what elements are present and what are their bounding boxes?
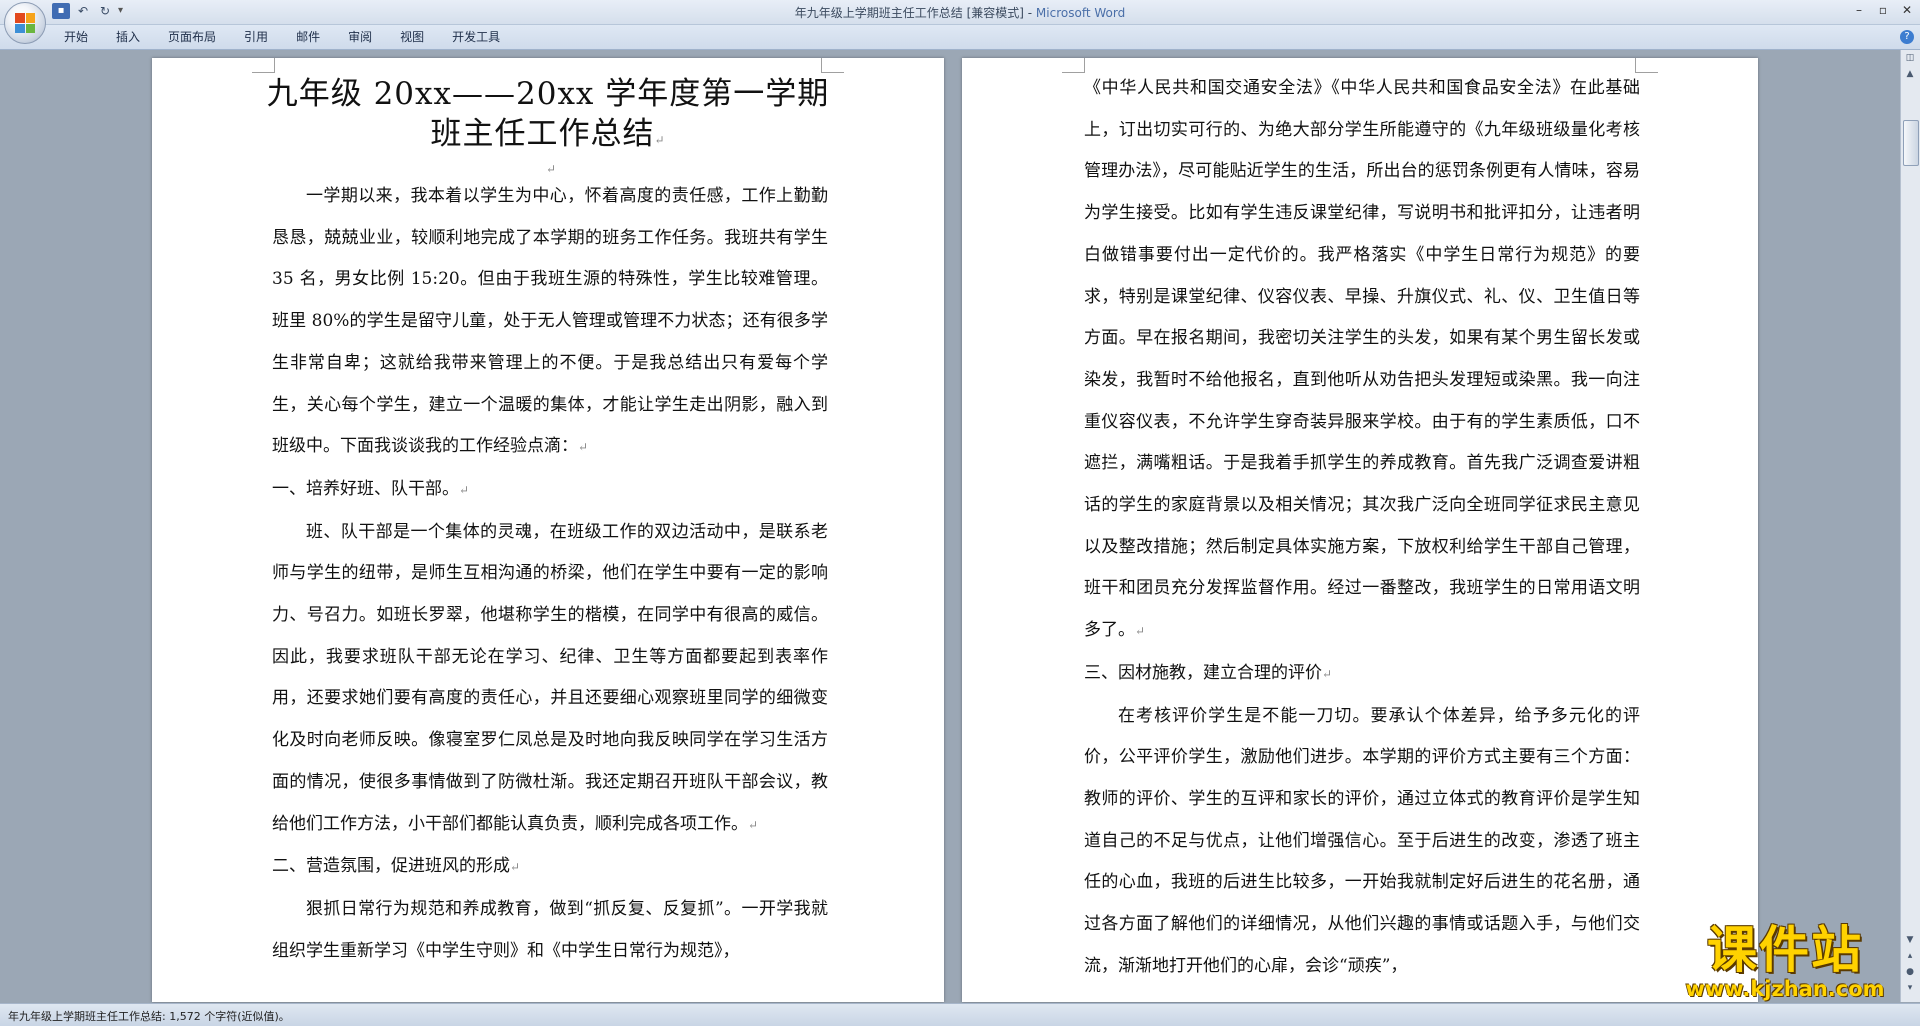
- maximize-icon[interactable]: ▫: [1874, 2, 1892, 18]
- document-page-left[interactable]: 九年级 20xx——20xx 学年度第一学期 班主任工作总结↵ ↵ 一学期以来，…: [152, 58, 944, 1002]
- office-logo-icon: [15, 13, 35, 33]
- body-paragraph: 狠抓日常行为规范和养成教育，做到“抓反复、反复抓”。一开学我就组织学生重新学习《…: [272, 889, 828, 972]
- status-word-count[interactable]: 年九年级上学期班主任工作总结: 1,572 个字符(近似值)。: [8, 1008, 290, 1024]
- ruler-toggle-icon[interactable]: ◫: [1901, 50, 1919, 66]
- status-bar: 年九年级上学期班主任工作总结: 1,572 个字符(近似值)。: [0, 1003, 1920, 1026]
- scroll-thumb[interactable]: [1903, 120, 1919, 166]
- watermark-logo: 课件站 www.kjzhan.com: [1665, 922, 1905, 1002]
- ribbon: 开始 插入 页面布局 引用 邮件 审阅 视图 开发工具 ?: [0, 25, 1920, 50]
- document-title-line1: 九年级 20xx——20xx 学年度第一学期: [266, 76, 830, 112]
- margin-corner-mark: [821, 58, 844, 73]
- watermark-url: www.kjzhan.com: [1685, 977, 1885, 1001]
- document-title: 九年级 20xx——20xx 学年度第一学期 班主任工作总结↵: [260, 74, 836, 160]
- window-title-document: 年九年级上学期班主任工作总结 [兼容模式] -: [794, 6, 1036, 20]
- paragraph-text: 一、培养好班、队干部。: [272, 478, 459, 499]
- paragraph-mark: ↵: [1322, 666, 1333, 681]
- paragraph-text: 班、队干部是一个集体的灵魂，在班级工作的双边活动中，是联系老师与学生的纽带，是师…: [272, 521, 828, 834]
- tab-mailings[interactable]: 邮件: [282, 25, 334, 49]
- tab-developer[interactable]: 开发工具: [438, 25, 514, 49]
- section-heading: 二、营造氛围，促进班风的形成↵: [272, 846, 828, 889]
- tab-insert[interactable]: 插入: [102, 25, 154, 49]
- watermark-main-text: 课件站: [1707, 921, 1863, 979]
- paragraph-mark: ↵: [1135, 624, 1146, 639]
- paragraph-mark: ↵: [510, 860, 521, 875]
- ribbon-tabs: 开始 插入 页面布局 引用 邮件 审阅 视图 开发工具: [50, 25, 514, 49]
- tab-references[interactable]: 引用: [230, 25, 282, 49]
- paragraph-mark: ↵: [654, 133, 666, 147]
- tab-view[interactable]: 视图: [386, 25, 438, 49]
- document-page-right[interactable]: 《中华人民共和国交通安全法》《中华人民共和国食品安全法》在此基础上，订出切实可行…: [962, 58, 1758, 1002]
- document-workspace: 九年级 20xx——20xx 学年度第一学期 班主任工作总结↵ ↵ 一学期以来，…: [0, 50, 1900, 1002]
- margin-corner-mark: [1062, 58, 1085, 73]
- paragraph-text: 二、营造氛围，促进班风的形成: [272, 856, 510, 877]
- paragraph-text: 在考核评价学生是不能一刀切。要承认个体差异，给予多元化的评价，公平评价学生，激励…: [1084, 705, 1640, 976]
- title-bar: ▪ ↶ ↻ ▾ 年九年级上学期班主任工作总结 [兼容模式] - Microsof…: [0, 0, 1920, 44]
- document-title-line2: 班主任工作总结: [430, 116, 655, 152]
- paragraph-mark: ↵: [546, 162, 557, 176]
- tab-page-layout[interactable]: 页面布局: [154, 25, 230, 49]
- body-paragraph: 在考核评价学生是不能一刀切。要承认个体差异，给予多元化的评价，公平评价学生，激励…: [1084, 696, 1640, 988]
- close-icon[interactable]: ✕: [1898, 2, 1916, 18]
- window-title: 年九年级上学期班主任工作总结 [兼容模式] - Microsoft Word: [0, 4, 1920, 21]
- left-page-body: 一学期以来，我本着以学生为中心，怀着高度的责任感，工作上勤勤恳恳，兢兢业业，较顺…: [272, 176, 828, 972]
- margin-corner-mark: [252, 58, 275, 73]
- section-heading: 一、培养好班、队干部。↵: [272, 469, 828, 512]
- tab-home[interactable]: 开始: [50, 25, 102, 49]
- office-button[interactable]: [4, 2, 46, 44]
- paragraph-text: 一学期以来，我本着以学生为中心，怀着高度的责任感，工作上勤勤恳恳，兢兢业业，较顺…: [272, 186, 828, 457]
- paragraph-mark: ↵: [578, 440, 589, 455]
- paragraph-mark: ↵: [459, 482, 470, 497]
- right-page-body: 《中华人民共和国交通安全法》《中华人民共和国食品安全法》在此基础上，订出切实可行…: [1084, 68, 1640, 987]
- vertical-scrollbar[interactable]: ◫ ▲ ▼ ▴ ● ▾: [1900, 50, 1920, 1002]
- paragraph-text: 《中华人民共和国交通安全法》《中华人民共和国食品安全法》在此基础上，订出切实可行…: [1084, 78, 1640, 641]
- minimize-icon[interactable]: –: [1850, 2, 1868, 18]
- body-paragraph: 《中华人民共和国交通安全法》《中华人民共和国食品安全法》在此基础上，订出切实可行…: [1084, 68, 1640, 653]
- window-title-app: Microsoft Word: [1035, 6, 1126, 20]
- paragraph-mark: ↵: [748, 817, 759, 832]
- scroll-up-icon[interactable]: ▲: [1901, 66, 1919, 82]
- tab-review[interactable]: 审阅: [334, 25, 386, 49]
- window-controls: – ▫ ✕: [1850, 2, 1916, 18]
- paragraph-text: 狠抓日常行为规范和养成教育，做到“抓反复、反复抓”。一开学我就组织学生重新学习《…: [272, 898, 828, 961]
- help-icon[interactable]: ?: [1900, 30, 1914, 44]
- body-paragraph: 一学期以来，我本着以学生为中心，怀着高度的责任感，工作上勤勤恳恳，兢兢业业，较顺…: [272, 176, 828, 469]
- paragraph-text: 三、因材施教，建立合理的评价: [1084, 662, 1322, 683]
- body-paragraph: 班、队干部是一个集体的灵魂，在班级工作的双边活动中，是联系老师与学生的纽带，是师…: [272, 512, 828, 847]
- section-heading: 三、因材施教，建立合理的评价↵: [1084, 653, 1640, 696]
